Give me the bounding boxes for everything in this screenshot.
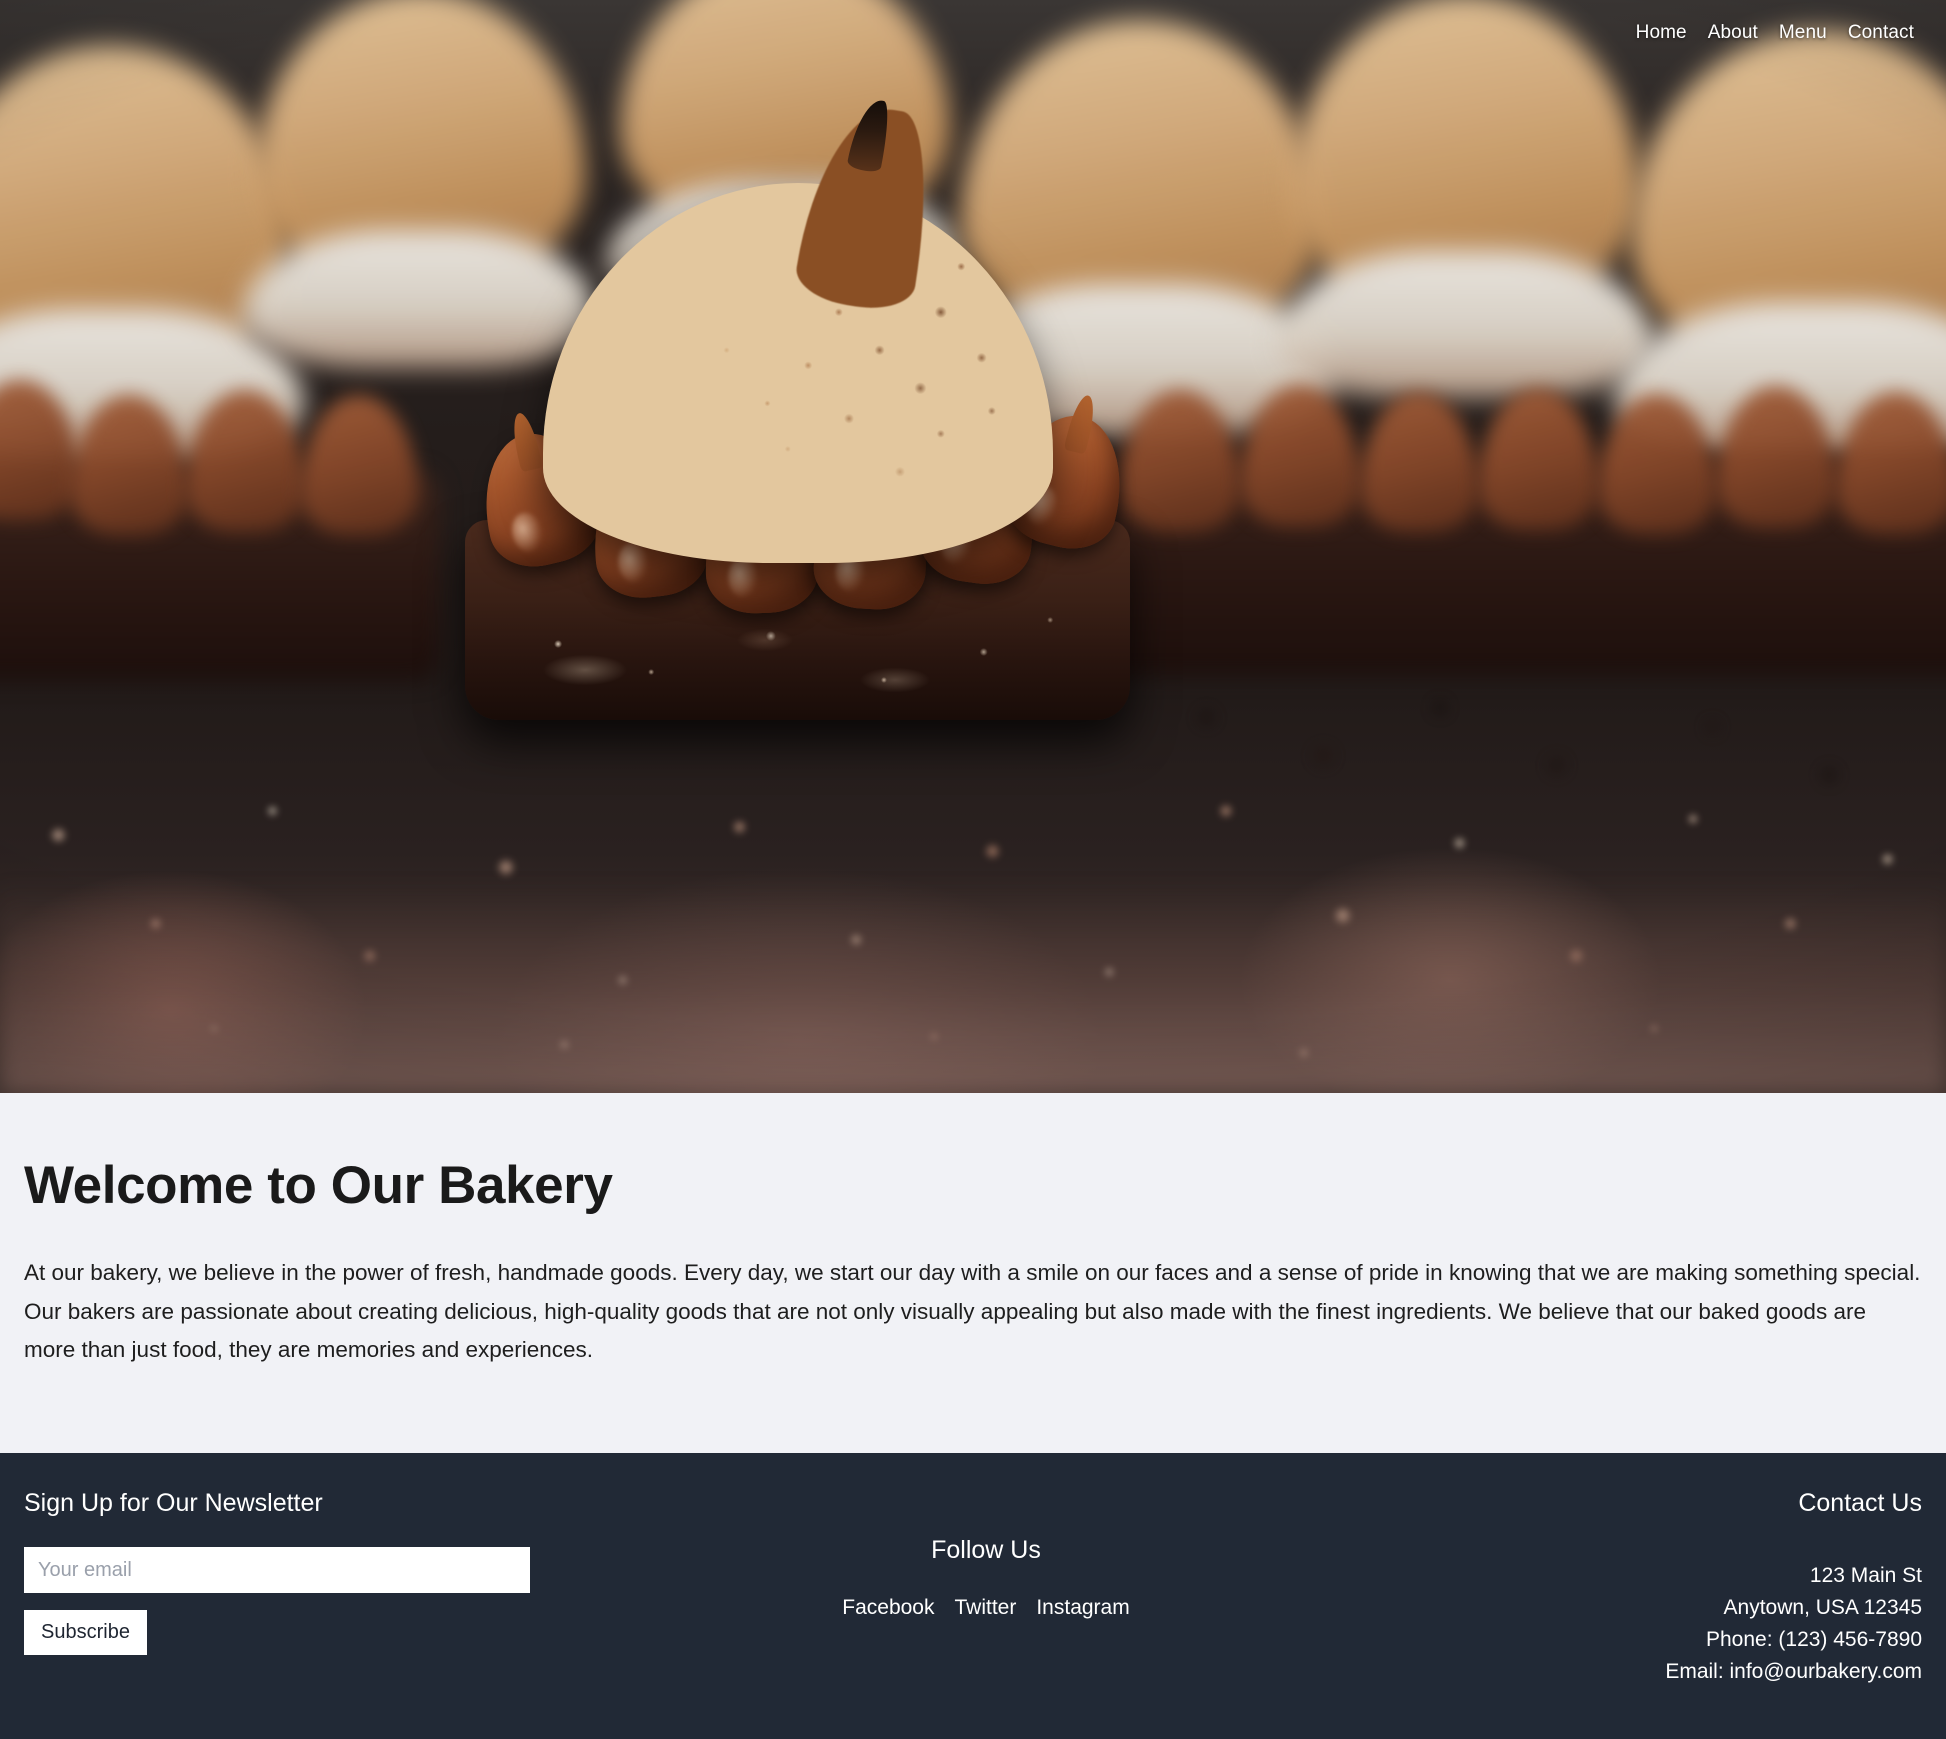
- main-navigation[interactable]: Home About Menu Contact: [1636, 0, 1946, 44]
- site-footer: Sign Up for Our Newsletter Subscribe Fol…: [0, 1453, 1946, 1739]
- social-link-instagram[interactable]: Instagram: [1036, 1596, 1129, 1620]
- nav-link-about[interactable]: About: [1708, 22, 1758, 44]
- hero-background-image: [0, 0, 1946, 1093]
- intro-paragraph: At our bakery, we believe in the power o…: [24, 1260, 1921, 1363]
- contact-address-city: Anytown, USA 12345: [1723, 1595, 1922, 1619]
- contact-phone: Phone: (123) 456-7890: [1706, 1627, 1922, 1651]
- newsletter-column: Sign Up for Our Newsletter Subscribe: [24, 1489, 668, 1739]
- social-links: Facebook Twitter Instagram: [668, 1596, 1304, 1620]
- contact-column: Contact Us 123 Main St Anytown, USA 1234…: [1304, 1489, 1922, 1739]
- nav-link-home[interactable]: Home: [1636, 22, 1687, 44]
- contact-heading: Contact Us: [1798, 1489, 1922, 1517]
- contact-email: Email: info@ourbakery.com: [1665, 1659, 1922, 1683]
- page-title: Welcome to Our Bakery: [24, 1156, 613, 1215]
- nav-link-contact[interactable]: Contact: [1848, 22, 1914, 44]
- follow-heading: Follow Us: [931, 1536, 1041, 1564]
- subscribe-button[interactable]: Subscribe: [24, 1610, 147, 1655]
- nav-link-menu[interactable]: Menu: [1779, 22, 1827, 44]
- hero-section: Home About Menu Contact: [0, 0, 1946, 1093]
- newsletter-heading: Sign Up for Our Newsletter: [24, 1489, 323, 1517]
- follow-column: Follow Us Facebook Twitter Instagram: [668, 1489, 1304, 1739]
- email-input[interactable]: [24, 1547, 530, 1593]
- main-content: Welcome to Our Bakery At our bakery, we …: [0, 1093, 1946, 1453]
- social-link-facebook[interactable]: Facebook: [842, 1596, 934, 1620]
- hero-vignette: [0, 0, 1946, 1093]
- social-link-twitter[interactable]: Twitter: [955, 1596, 1017, 1620]
- contact-address-street: 123 Main St: [1809, 1564, 1922, 1587]
